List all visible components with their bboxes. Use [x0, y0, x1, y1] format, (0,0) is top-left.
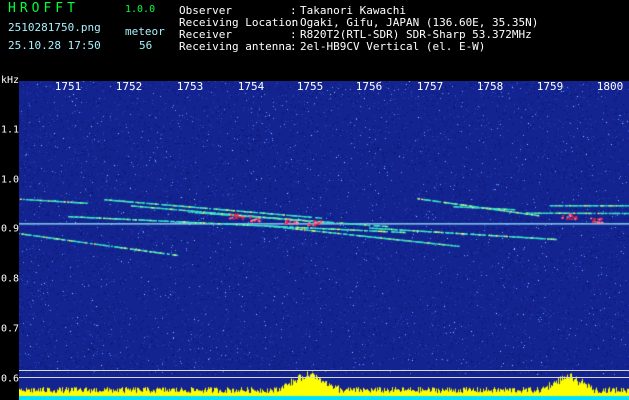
spectrogram — [19, 81, 629, 400]
antenna-label: Receiving antenna — [179, 40, 292, 53]
detection-type: meteor — [125, 25, 165, 38]
time-tick: 1753 — [176, 80, 204, 93]
time-tick: 1759 — [536, 80, 564, 93]
spectrogram-canvas — [19, 81, 629, 400]
time-tick: 1758 — [476, 80, 504, 93]
info-header: HROFFT 1.0.0 2510281750.png 25.10.28 17:… — [0, 0, 629, 72]
timestamp: 25.10.28 17:50 — [8, 39, 101, 52]
antenna-colon: : — [290, 40, 297, 53]
freq-tick: 1.1 — [1, 124, 20, 136]
freq-tick: 0.7 — [1, 323, 20, 335]
time-axis: kHz 1751 1752 1753 1754 1755 1756 1757 1… — [0, 72, 629, 93]
time-tick: 1756 — [355, 80, 383, 93]
time-tick: 1751 — [54, 80, 82, 93]
file-name: 2510281750.png — [8, 21, 101, 34]
freq-unit-label: kHz — [1, 75, 20, 86]
band-boundary-lower — [19, 377, 629, 378]
freq-tick: 1.0 — [1, 174, 20, 186]
freq-tick: 0.9 — [1, 223, 20, 235]
freq-tick: 0.6 — [1, 373, 20, 385]
time-tick: 1754 — [237, 80, 265, 93]
time-tick: 1752 — [115, 80, 143, 93]
detection-count: 56 — [139, 39, 153, 52]
band-boundary-upper — [19, 370, 629, 371]
time-tick: 1800 — [596, 80, 624, 93]
freq-tick: 0.8 — [1, 273, 20, 285]
time-tick: 1757 — [416, 80, 444, 93]
time-tick: 1755 — [296, 80, 324, 93]
antenna-value: 2el-HB9CV Vertical (el. E-W) — [300, 40, 486, 53]
app-title: HROFFT — [8, 1, 79, 16]
app-version: 1.0.0 — [125, 4, 156, 15]
